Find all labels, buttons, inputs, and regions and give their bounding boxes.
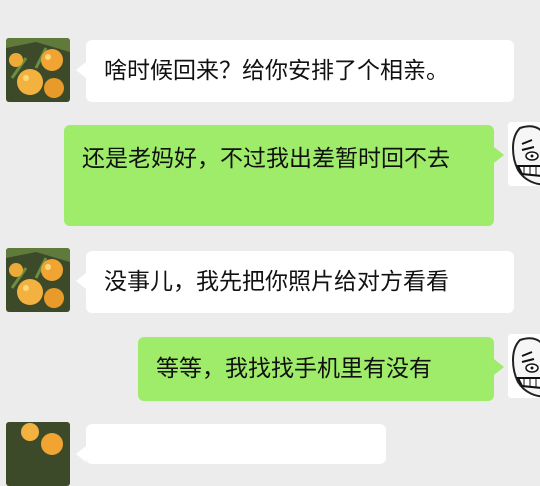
contact-avatar[interactable] xyxy=(6,248,70,312)
message-bubble-sent[interactable]: 还是老妈好，不过我出差暂时回不去 xyxy=(64,125,504,226)
contact-avatar[interactable] xyxy=(6,38,70,102)
message-text: 还是老妈好，不过我出差暂时回不去 xyxy=(82,146,450,172)
message-text: 等等，我找找手机里有没有 xyxy=(156,356,432,382)
message-bubble-sent[interactable]: 等等，我找找手机里有没有 xyxy=(138,337,504,401)
message-bubble-received[interactable]: 啥时候回来？给你安排了个相亲。 xyxy=(76,40,514,102)
user-avatar[interactable] xyxy=(508,334,540,398)
message-bubble-received[interactable] xyxy=(76,424,386,464)
message-text: 啥时候回来？给你安排了个相亲。 xyxy=(104,58,449,84)
message-bubble-received[interactable]: 没事儿，我先把你照片给对方看看 xyxy=(76,251,514,313)
message-text: 没事儿，我先把你照片给对方看看 xyxy=(104,269,449,295)
user-avatar[interactable] xyxy=(508,122,540,186)
